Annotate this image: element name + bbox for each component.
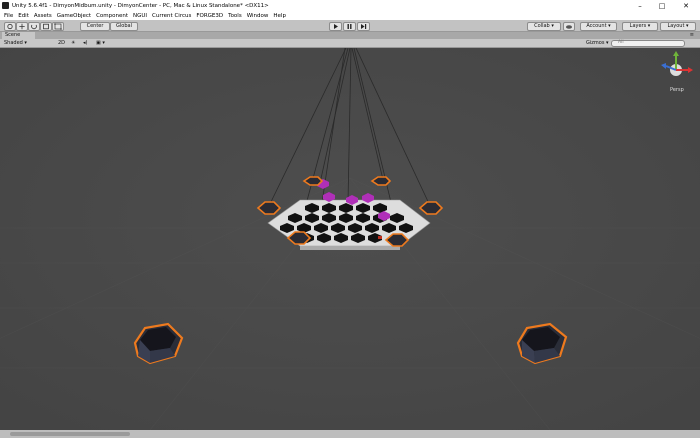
step-icon (361, 23, 367, 29)
audio-toggle-icon[interactable]: ◂) (83, 39, 87, 47)
hand-tool-button[interactable] (4, 21, 16, 31)
layers-label: Layers (629, 22, 647, 29)
large-hex-pod-right[interactable] (516, 322, 568, 365)
menu-bar: File Edit Assets GameObject Component NG… (0, 11, 700, 20)
close-button[interactable]: ✕ (676, 0, 696, 11)
scene-control-bar: Shaded ▾ 2D ☀ ◂) ▣ ▾ Gizmos ▾ All (0, 39, 700, 48)
move-tool-button[interactable] (16, 21, 28, 31)
pause-icon (347, 23, 352, 29)
menu-forge3d[interactable]: FORGE3D (196, 13, 223, 19)
menu-ngui[interactable]: NGUI (133, 13, 147, 19)
scene-viewport[interactable]: Persp (0, 48, 700, 430)
scale-tool-button[interactable] (40, 21, 52, 31)
account-label: Account (586, 22, 607, 29)
menu-file[interactable]: File (4, 13, 13, 19)
effects-toggle-icon[interactable]: ▣ ▾ (96, 39, 105, 47)
scene-tab-bar: Scene ≡ (0, 32, 700, 39)
pause-button[interactable] (343, 21, 356, 31)
menu-current-circus[interactable]: Current Circus (152, 13, 191, 19)
collab-dropdown[interactable]: Collab ▾ (527, 21, 561, 31)
collab-label: Collab (534, 22, 550, 29)
cloud-icon (566, 24, 572, 29)
step-button[interactable] (357, 21, 370, 31)
account-dropdown[interactable]: Account ▾ (580, 21, 617, 31)
scene-search-input[interactable]: All (611, 40, 685, 47)
cloud-button[interactable] (563, 21, 575, 31)
menu-window[interactable]: Window (247, 13, 269, 19)
menu-edit[interactable]: Edit (18, 13, 29, 19)
pivot-center-toggle[interactable]: Center (80, 21, 110, 31)
pivot-label: Center (86, 22, 104, 29)
menu-gameobject[interactable]: GameObject (57, 13, 91, 19)
menu-assets[interactable]: Assets (34, 13, 52, 19)
play-icon (334, 23, 338, 29)
rect-icon (54, 22, 62, 30)
rotate-icon (31, 24, 37, 29)
space-label: Global (116, 22, 132, 29)
scale-icon (43, 23, 49, 29)
move-icon (19, 23, 25, 29)
red-marker (378, 236, 382, 239)
minimize-button[interactable]: – (630, 0, 650, 11)
space-global-toggle[interactable]: Global (110, 21, 138, 31)
shading-mode-label: Shaded (4, 40, 23, 46)
layers-dropdown[interactable]: Layers ▾ (622, 21, 658, 31)
window-titlebar: Unity 5.6.4f1 - DimyonMidbum.unity - Dim… (0, 0, 700, 11)
hand-icon (7, 23, 13, 29)
rect-tool-button[interactable] (52, 21, 64, 31)
gizmos-label: Gizmos (586, 40, 605, 46)
shading-mode-dropdown[interactable]: Shaded ▾ (4, 39, 27, 47)
maximize-button[interactable]: □ (652, 0, 672, 11)
search-placeholder: All (618, 39, 624, 45)
status-bar (0, 430, 700, 438)
layout-dropdown[interactable]: Layout ▾ (660, 21, 696, 31)
menu-tools[interactable]: Tools (228, 13, 242, 19)
rotate-tool-button[interactable] (28, 21, 40, 31)
scene-canvas (0, 48, 700, 430)
unity-logo-icon (2, 2, 9, 9)
tab-menu-icon[interactable]: ≡ (690, 32, 694, 39)
lighting-toggle-icon[interactable]: ☀ (71, 39, 75, 47)
projection-label[interactable]: Persp (670, 87, 684, 93)
scene-tab-label: Scene (5, 32, 21, 38)
horizontal-scrollbar[interactable] (10, 432, 130, 436)
menu-component[interactable]: Component (96, 13, 128, 19)
layout-label: Layout (667, 22, 685, 29)
window-title: Unity 5.6.4f1 - DimyonMidbum.unity - Dim… (12, 2, 269, 9)
play-button[interactable] (329, 21, 342, 31)
mode-2d-toggle[interactable]: 2D (58, 39, 65, 47)
gizmos-dropdown[interactable]: Gizmos ▾ (586, 39, 609, 47)
main-toolbar: Center Global Collab ▾ Account ▾ Layers … (0, 20, 700, 32)
menu-help[interactable]: Help (273, 13, 286, 19)
tab-scene[interactable]: Scene (2, 32, 35, 39)
